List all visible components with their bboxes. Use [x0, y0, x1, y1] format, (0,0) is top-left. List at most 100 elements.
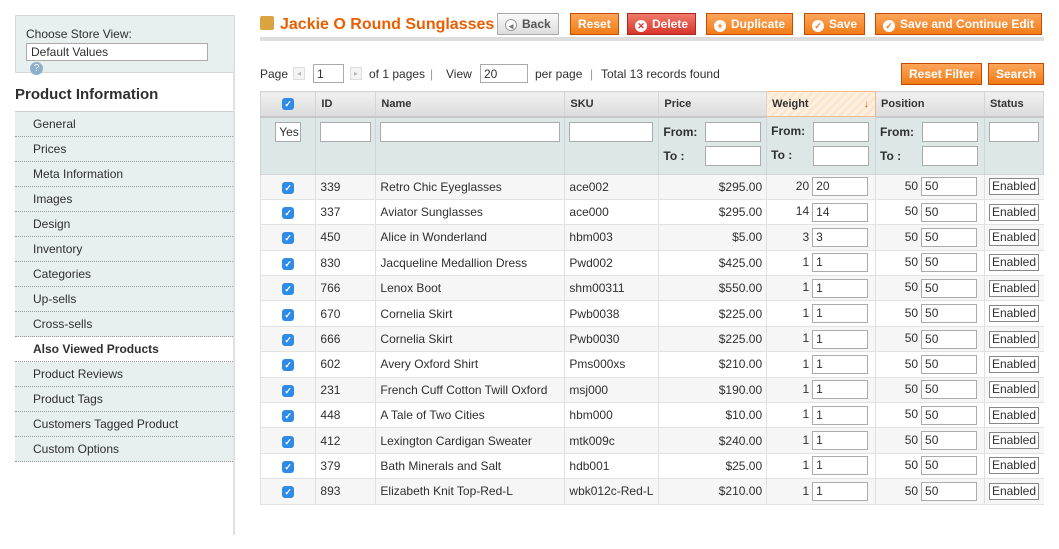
status-select[interactable]: Enabled [988, 330, 1039, 348]
row-checkbox[interactable]: ✓ [282, 486, 295, 499]
weight-input[interactable]: 20 [812, 177, 869, 197]
status-select[interactable]: Enabled [988, 432, 1039, 450]
status-select[interactable]: Enabled [988, 482, 1039, 500]
weight-input[interactable]: 1 [812, 354, 869, 374]
tab-up-sells[interactable]: Up-sells [15, 287, 235, 312]
position-to-input[interactable] [922, 146, 979, 167]
row-checkbox[interactable]: ✓ [282, 410, 295, 423]
position-input[interactable]: 50 [921, 202, 978, 222]
per-page-input[interactable]: 20 [480, 64, 528, 83]
tab-categories[interactable]: Categories [15, 262, 235, 287]
weight-from-input[interactable] [813, 121, 870, 142]
tab-prices[interactable]: Prices [15, 137, 235, 162]
row-checkbox[interactable]: ✓ [282, 359, 295, 372]
tab-inventory[interactable]: Inventory [15, 237, 235, 262]
position-input[interactable]: 50 [921, 304, 978, 324]
status-select[interactable]: Enabled [988, 381, 1039, 399]
weight-input[interactable]: 3 [812, 227, 869, 247]
tab-product-tags[interactable]: Product Tags [15, 387, 235, 412]
weight-input[interactable]: 14 [812, 202, 869, 222]
reset-button[interactable]: Reset [570, 13, 619, 35]
name-filter[interactable] [380, 121, 561, 142]
sku-filter[interactable] [569, 121, 654, 142]
back-button[interactable]: ◂ Back [497, 13, 559, 35]
save-continue-button[interactable]: ✓ Save and Continue Edit [875, 13, 1043, 35]
position-input[interactable]: 50 [921, 177, 978, 197]
weight-input[interactable]: 1 [812, 405, 869, 425]
position-input[interactable]: 50 [921, 227, 978, 247]
position-from-input[interactable] [922, 122, 979, 143]
weight-input[interactable]: 1 [812, 431, 869, 451]
reset-filter-button[interactable]: Reset Filter [901, 63, 983, 85]
col-price[interactable]: Price [658, 91, 768, 118]
duplicate-button[interactable]: + Duplicate [706, 13, 794, 35]
tab-also-viewed-products[interactable]: Also Viewed Products [15, 337, 235, 362]
next-page-button[interactable]: ▸ [350, 67, 362, 80]
tab-general[interactable]: General [15, 112, 235, 137]
row-checkbox[interactable]: ✓ [282, 207, 295, 220]
weight-input[interactable]: 1 [812, 253, 869, 273]
row-checkbox[interactable]: ✓ [282, 384, 295, 397]
help-icon[interactable]: ? [30, 62, 43, 76]
status-select[interactable]: Enabled [988, 254, 1039, 272]
col-position[interactable]: Position [875, 91, 985, 118]
status-select[interactable]: Enabled [988, 457, 1039, 475]
col-sku[interactable]: SKU [564, 91, 660, 118]
status-select[interactable]: Enabled [988, 355, 1039, 373]
status-select[interactable]: Enabled [988, 228, 1039, 246]
prev-page-button[interactable]: ◂ [293, 67, 305, 80]
tab-meta-information[interactable]: Meta Information [15, 162, 235, 187]
position-input[interactable]: 50 [921, 481, 978, 501]
col-status[interactable]: Status [983, 91, 1045, 118]
id-filter[interactable] [320, 121, 372, 142]
status-select[interactable]: Enabled [988, 279, 1039, 297]
weight-input[interactable]: 1 [812, 456, 869, 476]
tab-customers-tagged-product[interactable]: Customers Tagged Product [15, 412, 235, 437]
position-input[interactable]: 50 [921, 253, 978, 273]
row-checkbox[interactable]: ✓ [282, 257, 295, 270]
table-row: ✓ 666 Cornelia Skirt Pwb0030 $225.00 11 … [259, 326, 1044, 353]
col-weight[interactable]: Weight ↓ [766, 91, 877, 117]
row-checkbox[interactable]: ✓ [282, 460, 295, 473]
position-input[interactable]: 50 [921, 278, 978, 298]
weight-to-input[interactable] [813, 145, 870, 166]
row-checkbox[interactable]: ✓ [282, 435, 295, 448]
weight-input[interactable]: 1 [812, 304, 869, 324]
position-input[interactable]: 50 [921, 431, 978, 451]
tab-cross-sells[interactable]: Cross-sells [15, 312, 235, 337]
in-products-filter[interactable]: Yes [275, 121, 302, 142]
weight-input[interactable]: 1 [812, 380, 869, 400]
position-input[interactable]: 50 [921, 354, 978, 374]
position-input[interactable]: 50 [921, 380, 978, 400]
row-checkbox[interactable]: ✓ [282, 308, 295, 321]
position-input[interactable]: 50 [921, 456, 978, 476]
status-select[interactable]: Enabled [988, 178, 1039, 196]
delete-button[interactable]: ✕ Delete [627, 13, 697, 35]
row-checkbox[interactable]: ✓ [282, 283, 295, 296]
price-to-input[interactable] [705, 146, 762, 167]
tab-product-reviews[interactable]: Product Reviews [15, 362, 235, 387]
page-input[interactable]: 1 [313, 64, 344, 83]
status-select[interactable]: Enabled [988, 406, 1039, 424]
row-checkbox[interactable]: ✓ [282, 181, 295, 194]
weight-input[interactable]: 1 [812, 481, 869, 501]
row-checkbox[interactable]: ✓ [282, 232, 295, 245]
col-name[interactable]: Name [375, 91, 566, 118]
status-select[interactable]: Enabled [988, 203, 1039, 221]
price-from-input[interactable] [705, 122, 762, 143]
save-button[interactable]: ✓ Save [804, 13, 866, 35]
status-select[interactable]: Enabled [988, 305, 1039, 323]
search-button[interactable]: Search [988, 63, 1044, 85]
row-checkbox[interactable]: ✓ [282, 334, 295, 347]
tab-images[interactable]: Images [15, 187, 235, 212]
tab-design[interactable]: Design [15, 212, 235, 237]
store-view-select[interactable]: Default Values [26, 43, 208, 61]
weight-input[interactable]: 1 [812, 278, 869, 298]
status-filter[interactable] [988, 121, 1039, 142]
tab-custom-options[interactable]: Custom Options [15, 437, 235, 462]
select-all-checkbox[interactable]: ✓ [259, 91, 317, 118]
position-input[interactable]: 50 [921, 329, 978, 349]
col-id[interactable]: ID [315, 91, 377, 118]
position-input[interactable]: 50 [921, 405, 978, 425]
weight-input[interactable]: 1 [812, 329, 869, 349]
